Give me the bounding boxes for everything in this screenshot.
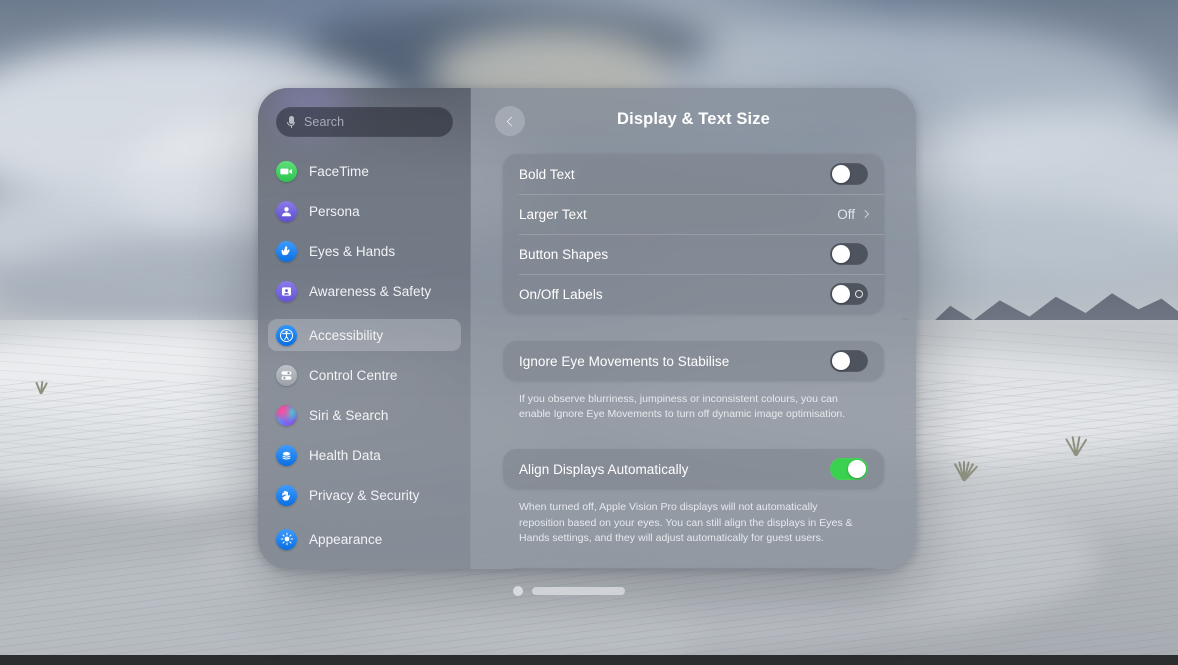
chevron-right-icon: [860, 209, 870, 219]
appearance-icon: [276, 528, 297, 550]
search-placeholder: Search: [304, 115, 345, 129]
sidebar-item-label: Accessibility: [309, 327, 384, 343]
row-label: Larger Text: [519, 206, 587, 222]
search-input[interactable]: Search: [276, 107, 453, 137]
row-label: Ignore Eye Movements to Stabilise: [519, 353, 730, 369]
row-on-off-labels[interactable]: On/Off Labels: [503, 274, 884, 314]
settings-group-align-displays: Align Displays Automatically: [503, 449, 884, 490]
window-grabber-handle[interactable]: [532, 587, 625, 595]
siri-icon: [276, 404, 297, 426]
row-increase-focus-state[interactable]: Increase Focus State: [503, 568, 884, 569]
health-data-icon: [276, 444, 297, 466]
sidebar-item-siri-and-search[interactable]: Siri & Search: [268, 399, 461, 431]
sidebar-item-label: FaceTime: [309, 163, 369, 179]
accessibility-icon: [276, 324, 297, 346]
settings-window: Search FaceTime Persona Eyes & Hands Awa…: [258, 88, 916, 569]
larger-text-value: Off: [837, 206, 855, 222]
settings-content: Bold Text Larger Text Off Button Shapes …: [471, 154, 916, 569]
privacy-and-security-icon: [276, 484, 297, 506]
row-larger-text[interactable]: Larger Text Off: [503, 194, 884, 234]
footnote-ignore-eye-movements: If you observe blurriness, jumpiness or …: [519, 393, 846, 421]
sidebar-item-health-data[interactable]: Health Data: [268, 439, 461, 471]
persona-icon: [276, 200, 297, 222]
sidebar-item-awareness-and-safety[interactable]: Awareness & Safety: [268, 275, 461, 307]
sidebar-item-label: Awareness & Safety: [309, 283, 432, 299]
sidebar-item-label: Control Centre: [309, 367, 398, 383]
bold-text-toggle[interactable]: [830, 163, 868, 185]
button-shapes-toggle[interactable]: [830, 243, 868, 265]
align-displays-toggle[interactable]: [830, 458, 868, 481]
page-title: Display & Text Size: [617, 110, 770, 128]
sidebar-item-label: Persona: [309, 203, 360, 219]
sidebar-list: FaceTime Persona Eyes & Hands Awareness …: [258, 155, 471, 555]
sidebar-item-eyes-and-hands[interactable]: Eyes & Hands: [268, 235, 461, 267]
row-label: Align Displays Automatically: [519, 461, 689, 477]
row-label: On/Off Labels: [519, 286, 603, 302]
row-label: Bold Text: [519, 166, 575, 182]
settings-group-increase-focus-state: Increase Focus State: [503, 568, 884, 569]
sidebar-item-appearance[interactable]: Appearance: [268, 523, 461, 555]
on-off-labels-toggle[interactable]: [830, 283, 868, 305]
footnote-align-displays: When turned off, Apple Vision Pro displa…: [519, 501, 853, 544]
sidebar-item-privacy-and-security[interactable]: Privacy & Security: [268, 479, 461, 511]
sidebar-item-label: Privacy & Security: [309, 487, 420, 503]
row-button-shapes[interactable]: Button Shapes: [503, 234, 884, 274]
shrub-icon: [35, 380, 60, 395]
row-align-displays[interactable]: Align Displays Automatically: [503, 449, 884, 489]
facetime-icon: [276, 160, 297, 182]
row-bold-text[interactable]: Bold Text: [503, 154, 884, 194]
panel-topbar: Display & Text Size: [471, 88, 916, 154]
row-ignore-eye-movements[interactable]: Ignore Eye Movements to Stabilise: [503, 341, 884, 381]
window-chrome: [258, 584, 916, 598]
sidebar-item-persona[interactable]: Persona: [268, 195, 461, 227]
sidebar: Search FaceTime Persona Eyes & Hands Awa…: [258, 88, 471, 569]
shrub-icon: [1065, 432, 1101, 457]
sidebar-item-label: Eyes & Hands: [309, 243, 396, 259]
eyes-and-hands-icon: [276, 240, 297, 262]
close-window-button[interactable]: [513, 586, 523, 596]
sidebar-item-label: Appearance: [309, 531, 383, 547]
microphone-icon[interactable]: [287, 116, 295, 129]
row-label: Button Shapes: [519, 246, 609, 262]
sidebar-item-control-centre[interactable]: Control Centre: [268, 359, 461, 391]
sidebar-item-label: Siri & Search: [309, 407, 389, 423]
shrub-icon: [953, 455, 993, 482]
off-circle-icon: [855, 290, 863, 298]
main-panel: Display & Text Size Bold Text Larger Tex…: [471, 88, 916, 569]
sidebar-item-accessibility[interactable]: Accessibility: [268, 319, 461, 351]
control-centre-icon: [276, 364, 297, 386]
ignore-eye-movements-toggle[interactable]: [830, 350, 868, 372]
sidebar-item-label: Health Data: [309, 447, 381, 463]
settings-group-ignore-eye-movements: Ignore Eye Movements to Stabilise: [503, 341, 884, 381]
sidebar-item-facetime[interactable]: FaceTime: [268, 155, 461, 187]
screen-bottom-band: [0, 655, 1178, 665]
settings-group-display: Bold Text Larger Text Off Button Shapes …: [503, 154, 884, 314]
awareness-and-safety-icon: [276, 280, 297, 302]
